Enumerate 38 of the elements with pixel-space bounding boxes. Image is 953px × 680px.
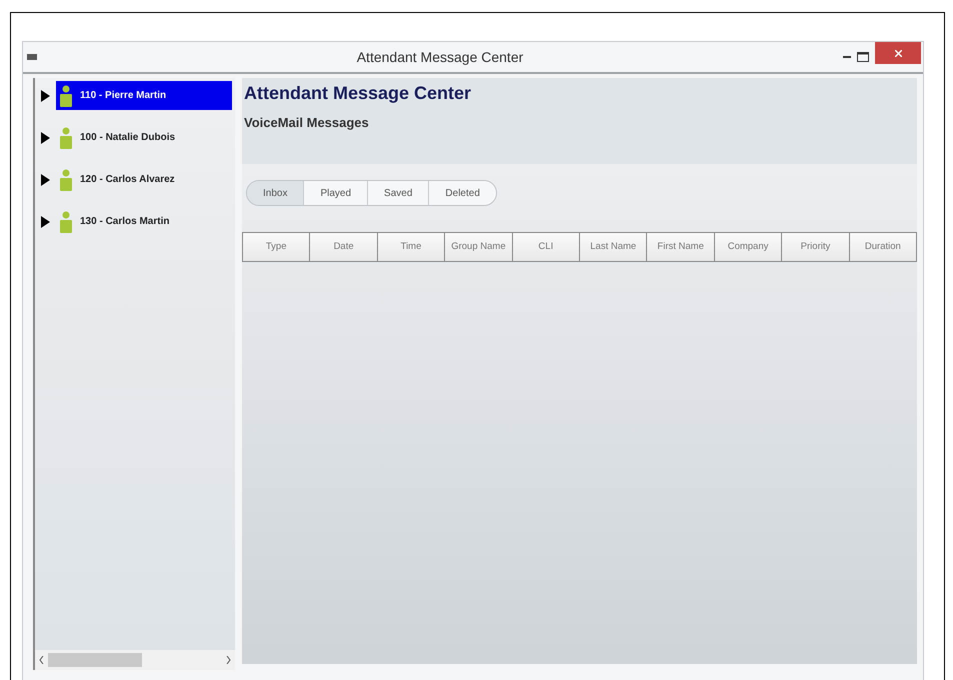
user-icon: [60, 126, 72, 148]
column-header[interactable]: Type: [243, 233, 310, 261]
column-header[interactable]: Priority: [781, 233, 849, 261]
expand-arrow-icon[interactable]: [41, 90, 50, 102]
minimize-icon[interactable]: [843, 56, 851, 58]
scroll-left-icon[interactable]: [39, 656, 44, 664]
column-header[interactable]: Date: [309, 233, 377, 261]
tab[interactable]: Inbox: [247, 181, 304, 205]
user-icon: [60, 168, 72, 190]
horizontal-scrollbar[interactable]: [35, 650, 235, 670]
user-icon: [60, 84, 72, 106]
sidebar-item[interactable]: 120 - Carlos Alvarez: [56, 165, 232, 194]
column-header[interactable]: Group Name: [444, 233, 512, 261]
maximize-icon[interactable]: [857, 52, 869, 62]
scroll-right-icon[interactable]: [226, 656, 231, 664]
section-title: VoiceMail Messages: [244, 114, 369, 132]
column-header[interactable]: CLI: [512, 233, 580, 261]
window-icon: [27, 54, 37, 60]
expand-arrow-icon[interactable]: [41, 174, 50, 186]
column-header[interactable]: First Name: [646, 233, 714, 261]
close-icon: [894, 50, 902, 56]
tab[interactable]: Saved: [367, 181, 428, 205]
column-header[interactable]: Time: [376, 233, 444, 261]
column-header[interactable]: Duration: [848, 233, 916, 261]
sidebar-item[interactable]: 100 - Natalie Dubois: [56, 123, 232, 152]
column-header[interactable]: Company: [714, 233, 782, 261]
column-header[interactable]: Last Name: [579, 233, 646, 261]
sidebar-item[interactable]: 110 - Pierre Martin: [56, 81, 232, 110]
expand-arrow-icon[interactable]: [41, 132, 50, 144]
tab[interactable]: Played: [303, 181, 368, 205]
window-title: Attendant Message Center: [356, 48, 524, 64]
user-icon: [60, 210, 72, 232]
page-title: Attendant Message Center: [244, 82, 472, 105]
scrollbar-thumb[interactable]: [48, 653, 142, 667]
tab[interactable]: Deleted: [428, 181, 496, 205]
close-button[interactable]: [875, 42, 921, 64]
expand-arrow-icon[interactable]: [41, 216, 50, 228]
sidebar-item[interactable]: 130 - Carlos Martin: [56, 207, 232, 236]
